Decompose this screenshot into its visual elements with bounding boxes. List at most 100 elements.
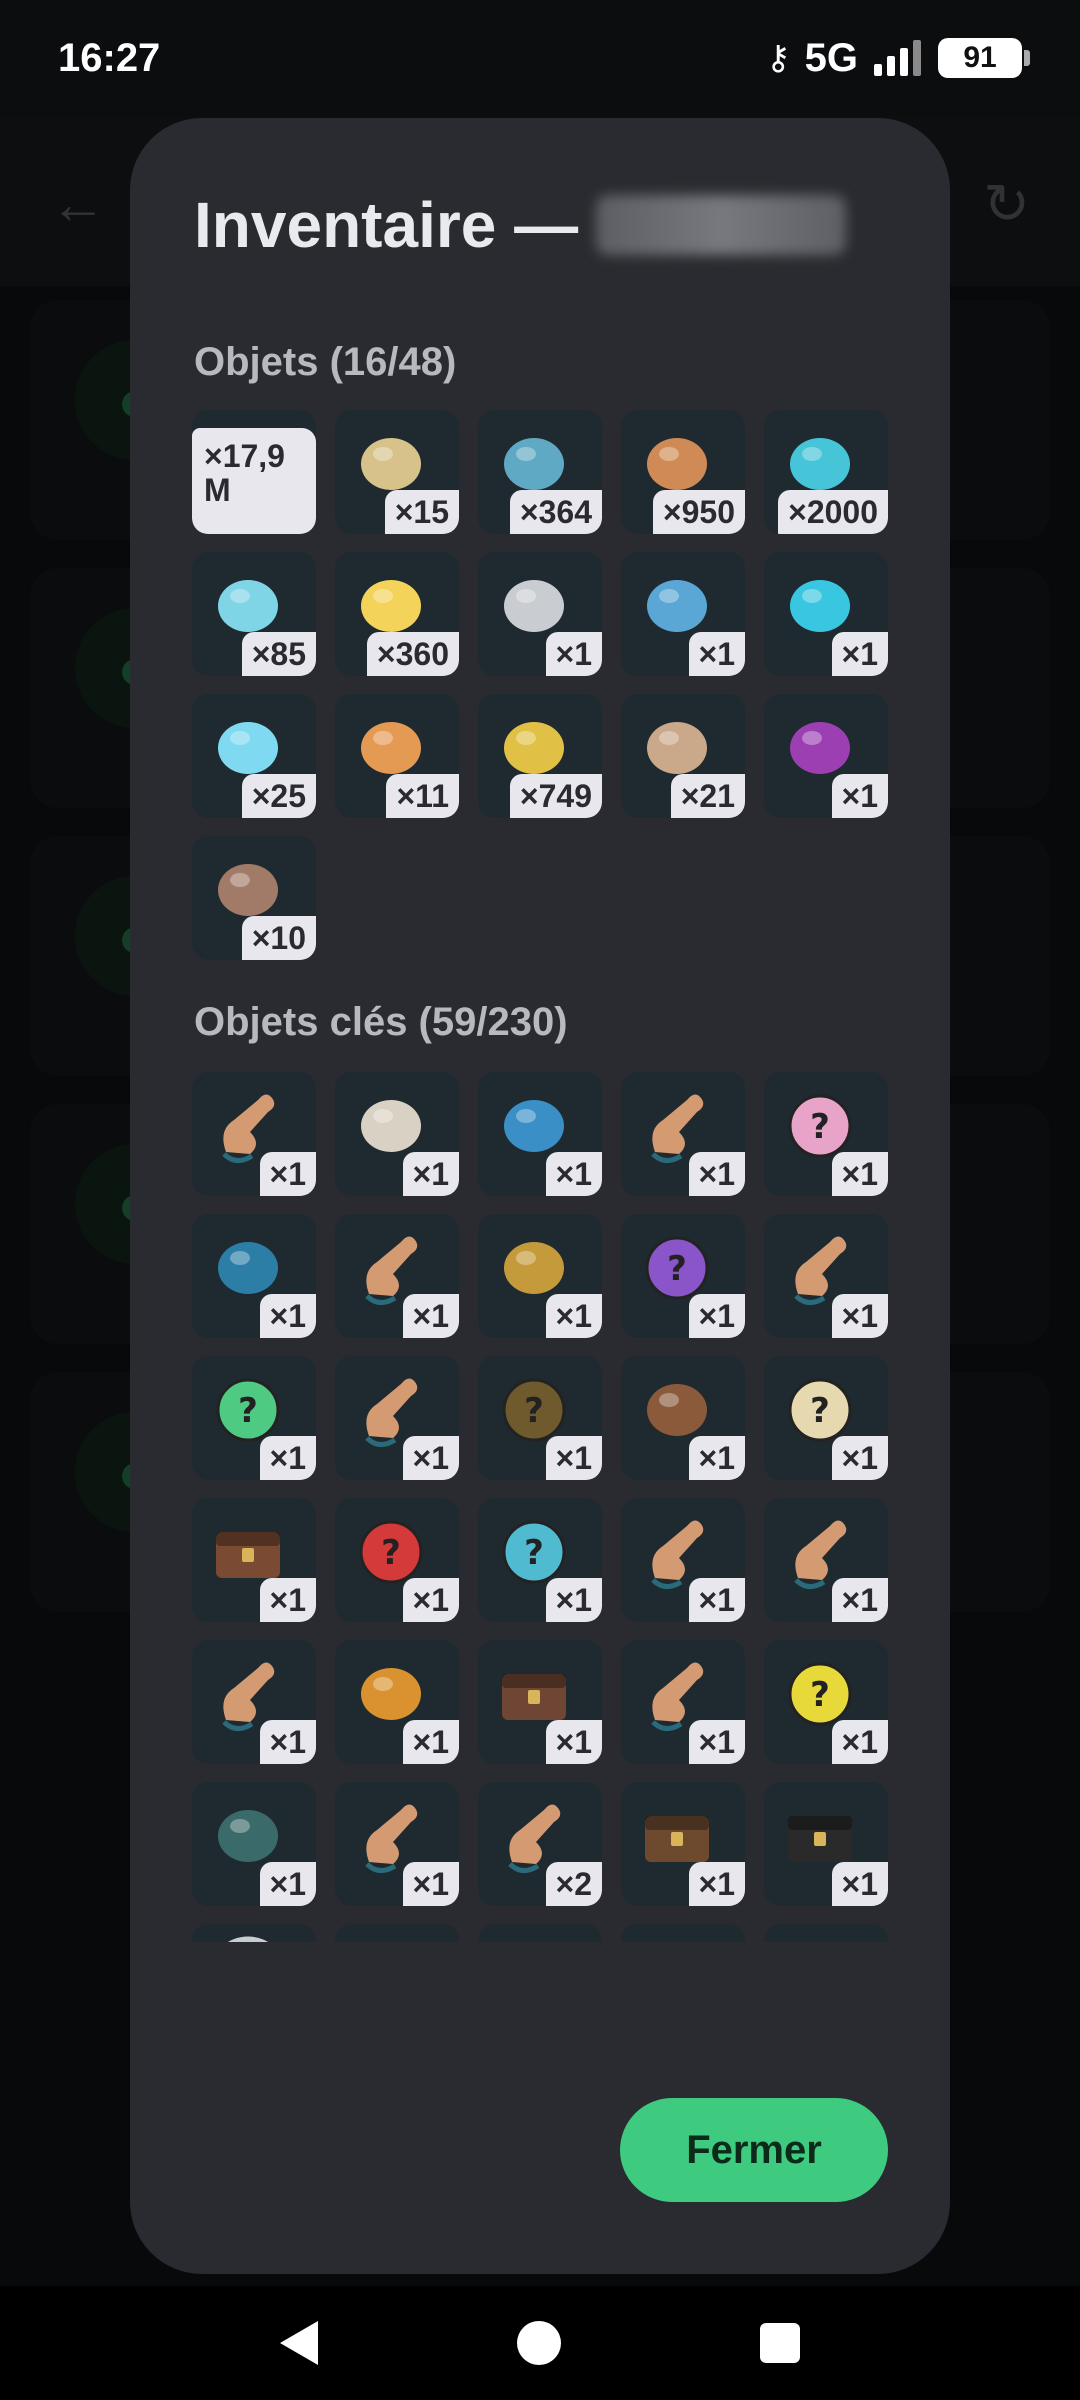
quantity-badge: ×1 [831, 774, 888, 818]
quantity-badge: ×1 [259, 1436, 316, 1480]
quantity-badge: ×1 [259, 1720, 316, 1764]
inventory-slot[interactable]: ×17,9 M [192, 410, 316, 534]
inventory-slot[interactable]: ×1 [764, 552, 888, 676]
nav-back-icon[interactable] [279, 2321, 318, 2365]
blurred-player-name [596, 195, 847, 255]
inventory-slot[interactable]: ?×1 [478, 1356, 602, 1480]
inventory-slot[interactable]: ×1 [335, 1640, 459, 1764]
quantity-badge: ×1 [831, 1862, 888, 1906]
quantity-badge: ×1 [688, 1862, 745, 1906]
quantity-badge: ×1 [831, 1578, 888, 1622]
inventory-slot[interactable]: ×1 [478, 1214, 602, 1338]
inventory-slot[interactable]: ×360 [335, 552, 459, 676]
inventory-slot[interactable]: ×1 [621, 1640, 745, 1764]
quantity-badge: ×1 [831, 632, 888, 676]
dialog-title-text: Inventaire — [194, 189, 579, 261]
inventory-slot[interactable]: ×1 [335, 1782, 459, 1906]
inventory-slot[interactable]: ×1 [764, 1214, 888, 1338]
inventory-slot[interactable]: ×2 [478, 1782, 602, 1906]
inventory-slot[interactable]: ×950 [621, 410, 745, 534]
inventory-slot[interactable]: ×1 [478, 552, 602, 676]
inventory-slot[interactable]: ×1 [764, 694, 888, 818]
key-objects-scroll-area[interactable]: ×1 ×1 ×1 ×1? ×1 ×1 ×1 ×1? ×1 ×1? ×1 ×1? ×1 ×1? ×1 ×1? ×1… [192, 1072, 892, 1942]
quantity-badge: ×1 [402, 1862, 459, 1906]
inventory-slot[interactable]: ?×1 [621, 1214, 745, 1338]
dialog-title: Inventaire — [194, 188, 847, 262]
close-button[interactable]: Fermer [620, 2098, 888, 2202]
quantity-badge: ×1 [545, 1152, 602, 1196]
quantity-badge: ×1 [259, 1578, 316, 1622]
inventory-slot[interactable]: ×21 [621, 694, 745, 818]
inventory-slot[interactable]: ?×1 [764, 1072, 888, 1196]
quantity-badge: ×1 [688, 1720, 745, 1764]
inventory-slot[interactable]: ×1 [192, 1782, 316, 1906]
inventory-slot[interactable]: ×1 [621, 1072, 745, 1196]
quantity-badge: ×25 [241, 774, 316, 818]
inventory-slot[interactable]: ×15 [335, 410, 459, 534]
quantity-badge: ×1 [688, 1294, 745, 1338]
inventory-slot[interactable]: ×1 [621, 1498, 745, 1622]
quantity-badge: ×1 [545, 632, 602, 676]
inventory-slot[interactable]: ×1 [335, 1924, 459, 1942]
quantity-badge: ×15 [384, 490, 459, 534]
quantity-badge: ×11 [386, 774, 459, 818]
inventory-slot[interactable]: ×1 [478, 1072, 602, 1196]
objects-section-title: Objets (16/48) [194, 340, 457, 384]
quantity-badge: ×1 [545, 1436, 602, 1480]
quantity-badge: ×1 [402, 1294, 459, 1338]
inventory-slot[interactable]: ×25 [192, 694, 316, 818]
nav-recents-icon[interactable] [760, 2323, 801, 2363]
inventory-slot[interactable]: ×1 [621, 1356, 745, 1480]
quantity-badge: ×2 [545, 1862, 602, 1906]
inventory-slot[interactable]: ?×1 [192, 1924, 316, 1942]
quantity-badge: ×2000 [778, 490, 888, 534]
inventory-slot[interactable]: ×1 [192, 1072, 316, 1196]
inventory-slot[interactable]: ×1 [192, 1214, 316, 1338]
quantity-badge: ×364 [509, 490, 602, 534]
nav-home-icon[interactable] [516, 2321, 561, 2365]
inventory-slot[interactable]: ?×1 [335, 1498, 459, 1622]
inventory-slot[interactable]: ×1 [335, 1214, 459, 1338]
inventory-slot[interactable]: ×364 [478, 410, 602, 534]
quantity-badge: ×1 [402, 1152, 459, 1196]
inventory-slot[interactable]: ×1 [478, 1924, 602, 1942]
inventory-slot[interactable]: ×1 [478, 1640, 602, 1764]
quantity-badge: ×1 [688, 1152, 745, 1196]
inventory-slot[interactable]: ×1 [621, 1782, 745, 1906]
quantity-badge: ×1 [831, 1720, 888, 1764]
key-objects-section-title: Objets clés (59/230) [194, 1000, 568, 1044]
svg-text:?: ? [810, 1391, 830, 1431]
inventory-slot[interactable]: ×749 [478, 694, 602, 818]
quantity-badge: ×950 [652, 490, 745, 534]
inventory-slot[interactable]: ×1 [621, 1924, 745, 1942]
svg-text:?: ? [381, 1533, 401, 1573]
svg-text:?: ? [524, 1391, 544, 1431]
inventory-slot[interactable]: ×11 [335, 694, 459, 818]
svg-text:?: ? [667, 1249, 687, 1289]
quantity-badge: ×1 [402, 1720, 459, 1764]
quantity-badge: ×1 [402, 1436, 459, 1480]
quantity-badge: ×10 [241, 916, 316, 960]
quantity-badge: ×85 [241, 632, 316, 676]
inventory-slot[interactable]: ×1 [764, 1924, 888, 1942]
inventory-slot[interactable]: ?×1 [764, 1640, 888, 1764]
inventory-slot[interactable]: ?×1 [764, 1356, 888, 1480]
inventory-slot[interactable]: ×2000 [764, 410, 888, 534]
bone-icon [492, 1934, 576, 1942]
quantity-badge: ×21 [670, 774, 745, 818]
inventory-slot[interactable]: ×1 [764, 1498, 888, 1622]
inventory-slot[interactable]: ×1 [621, 552, 745, 676]
inventory-slot[interactable]: ×85 [192, 552, 316, 676]
quantity-badge: ×1 [545, 1720, 602, 1764]
inventory-slot[interactable]: ×1 [192, 1498, 316, 1622]
inventory-slot[interactable]: ×10 [192, 836, 316, 960]
quantity-badge: ×749 [509, 774, 602, 818]
inventory-slot[interactable]: ?×1 [192, 1356, 316, 1480]
inventory-slot[interactable]: ×1 [764, 1782, 888, 1906]
inventory-slot[interactable]: ?×1 [478, 1498, 602, 1622]
inventory-slot[interactable]: ×1 [335, 1072, 459, 1196]
inventory-slot[interactable]: ×1 [192, 1640, 316, 1764]
quantity-badge: ×1 [831, 1294, 888, 1338]
inventory-dialog: Inventaire — Objets (16/48) ×17,9 M ×15 ×3… [130, 118, 950, 2274]
inventory-slot[interactable]: ×1 [335, 1356, 459, 1480]
